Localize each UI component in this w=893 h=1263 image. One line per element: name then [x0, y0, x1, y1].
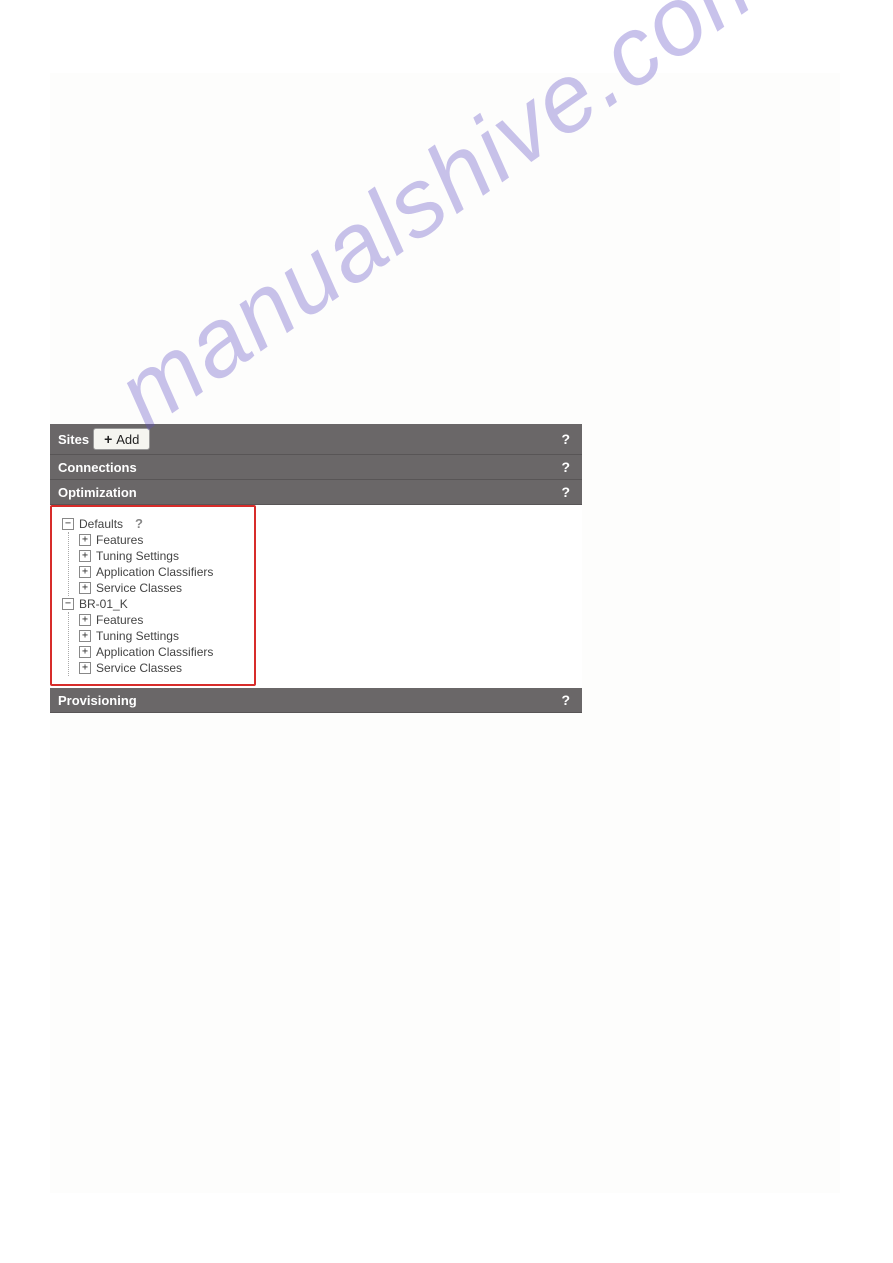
expand-icon[interactable]: +: [79, 582, 91, 594]
connections-section-header[interactable]: Connections ?: [50, 455, 582, 480]
tree-node-defaults[interactable]: − Defaults ?: [62, 515, 254, 532]
service-label: Service Classes: [95, 581, 182, 595]
collapse-icon[interactable]: −: [62, 518, 74, 530]
sites-label: Sites: [58, 432, 89, 447]
provisioning-help-icon[interactable]: ?: [561, 692, 574, 708]
tree-node-defaults-classifiers[interactable]: + Application Classifiers: [79, 564, 254, 580]
tree-node-br01k[interactable]: − BR-01_K: [62, 596, 254, 612]
tree-node-defaults-tuning[interactable]: + Tuning Settings: [79, 548, 254, 564]
optimization-tree: − Defaults ? + Features + Tuning Setting…: [50, 505, 256, 686]
sites-section-header[interactable]: Sites + Add ?: [50, 424, 582, 455]
optimization-tree-wrapper: − Defaults ? + Features + Tuning Setting…: [50, 505, 582, 688]
optimization-header-left: Optimization: [58, 485, 137, 500]
classifiers-label: Application Classifiers: [95, 565, 213, 579]
provisioning-header-left: Provisioning: [58, 693, 137, 708]
tree-node-defaults-features[interactable]: + Features: [79, 532, 254, 548]
tree-node-br01k-service[interactable]: + Service Classes: [79, 660, 254, 676]
tree-node-br01k-features[interactable]: + Features: [79, 612, 254, 628]
tree-node-defaults-service[interactable]: + Service Classes: [79, 580, 254, 596]
defaults-help-icon[interactable]: ?: [135, 516, 143, 531]
expand-icon[interactable]: +: [79, 630, 91, 642]
defaults-children: + Features + Tuning Settings + Applicati…: [68, 532, 254, 596]
br01k-label: BR-01_K: [78, 597, 128, 611]
defaults-label: Defaults: [78, 517, 123, 531]
optimization-label: Optimization: [58, 485, 137, 500]
add-button-label: Add: [116, 432, 139, 447]
sites-header-left: Sites + Add: [58, 428, 150, 450]
expand-icon[interactable]: +: [79, 534, 91, 546]
expand-icon[interactable]: +: [79, 566, 91, 578]
tuning-label: Tuning Settings: [95, 629, 179, 643]
features-label: Features: [95, 533, 143, 547]
plus-icon: +: [104, 431, 112, 447]
collapse-icon[interactable]: −: [62, 598, 74, 610]
provisioning-label: Provisioning: [58, 693, 137, 708]
optimization-help-icon[interactable]: ?: [561, 484, 574, 500]
add-site-button[interactable]: + Add: [93, 428, 150, 450]
sites-help-icon[interactable]: ?: [561, 431, 574, 447]
connections-help-icon[interactable]: ?: [561, 459, 574, 475]
panel-container: Sites + Add ? Connections ? Optimization…: [50, 424, 582, 713]
expand-icon[interactable]: +: [79, 550, 91, 562]
connections-label: Connections: [58, 460, 137, 475]
tree-node-br01k-classifiers[interactable]: + Application Classifiers: [79, 644, 254, 660]
tree-node-br01k-tuning[interactable]: + Tuning Settings: [79, 628, 254, 644]
provisioning-section-header[interactable]: Provisioning ?: [50, 688, 582, 713]
tuning-label: Tuning Settings: [95, 549, 179, 563]
features-label: Features: [95, 613, 143, 627]
expand-icon[interactable]: +: [79, 662, 91, 674]
expand-icon[interactable]: +: [79, 614, 91, 626]
service-label: Service Classes: [95, 661, 182, 675]
classifiers-label: Application Classifiers: [95, 645, 213, 659]
connections-header-left: Connections: [58, 460, 137, 475]
expand-icon[interactable]: +: [79, 646, 91, 658]
optimization-section-header[interactable]: Optimization ?: [50, 480, 582, 505]
br01k-children: + Features + Tuning Settings + Applicati…: [68, 612, 254, 676]
